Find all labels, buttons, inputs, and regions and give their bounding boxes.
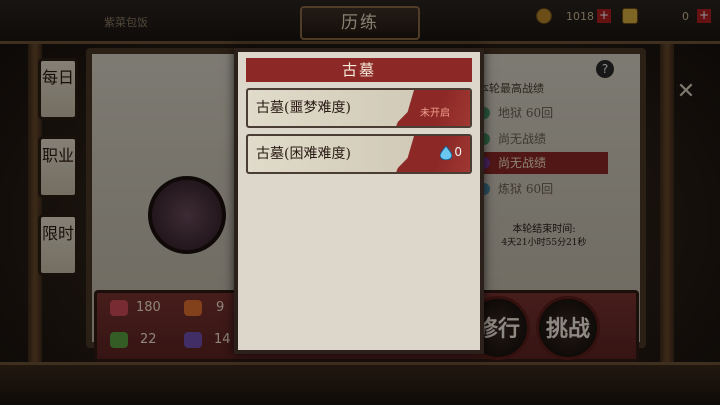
locked-status: 未开启 — [420, 108, 450, 119]
dungeon-entry-nightmare[interactable]: 古墓(噩梦难度) 未开启 — [246, 88, 472, 128]
dungeon-entry-label: 古墓(困难难度) — [256, 146, 351, 162]
reward-count: 0 — [454, 145, 462, 159]
dungeon-select-modal: 古墓 古墓(噩梦难度) 未开启 古墓(困难难度) 0 — [234, 48, 484, 354]
water-drop-icon — [440, 146, 452, 160]
dungeon-entry-hard[interactable]: 古墓(困难难度) 0 — [246, 134, 472, 174]
modal-title: 古墓 — [246, 58, 472, 82]
dungeon-entry-label: 古墓(噩梦难度) — [256, 100, 351, 116]
